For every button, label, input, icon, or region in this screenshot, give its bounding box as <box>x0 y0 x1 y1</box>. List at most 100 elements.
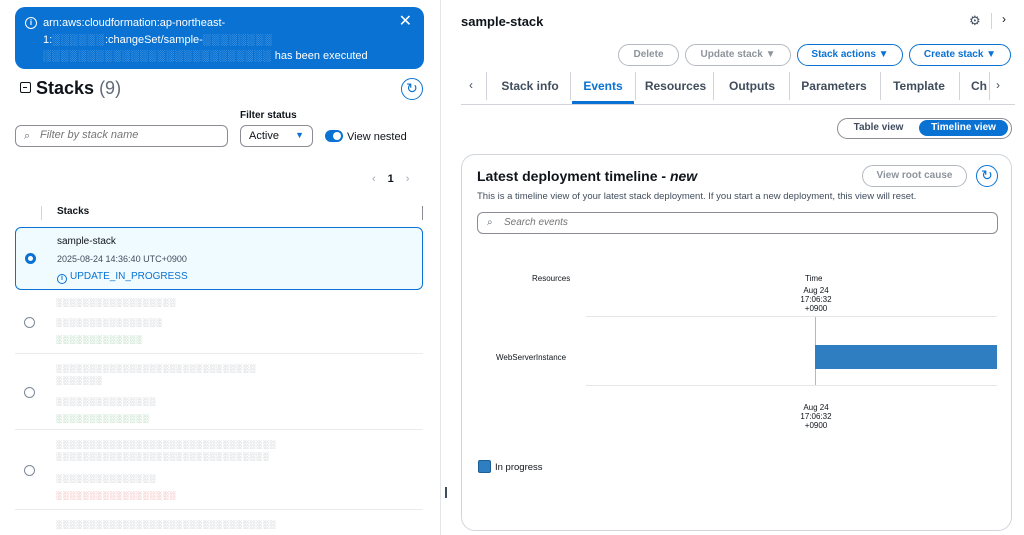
notification-line-3: ░░░░░░░░░░░░░░░░░░░░░░░░░░ has been exec… <box>43 50 368 62</box>
search-input[interactable] <box>504 217 804 228</box>
search-input[interactable] <box>40 129 220 141</box>
stack-actions-button[interactable]: Stack actions ▼ <box>797 44 903 66</box>
redacted-text: ░░░░░░░░░░░░░░░░░░ <box>56 298 177 307</box>
legend-swatch <box>478 460 491 473</box>
refresh-stacks-button[interactable]: ↻ <box>401 78 423 100</box>
stack-row[interactable]: ░░░░░░░░░░░░░░░░░░ ░░░░░░░░░░░░░░░░ ░░░░… <box>15 292 423 354</box>
redacted-text: ░░░░░░░░░░░░░░░░░░░░░░░░░░░░░░░░░ <box>56 440 277 449</box>
redacted-text: ░░░░░░░░░░░░░░░░░░░░░░░░░░░░░░░░ <box>56 452 270 461</box>
caret-down-icon: ▼ <box>986 49 997 60</box>
time-column-header: Time <box>805 274 823 283</box>
detail-tabs: ‹ Stack info Events Resources Outputs Pa… <box>461 72 1015 105</box>
chevron-left-icon[interactable]: ‹ <box>469 78 473 92</box>
timeline-start-label: Aug 24 17:06:32 +0900 <box>798 286 834 313</box>
chevron-right-icon[interactable]: › <box>996 78 1000 92</box>
tab-events[interactable]: Events <box>572 72 634 104</box>
timeline-title: Latest deployment timeline - new <box>477 168 698 184</box>
tab-divider <box>880 72 881 100</box>
view-mode-segmented-control: Table view Timeline view <box>837 118 1012 139</box>
next-page-icon[interactable]: › <box>406 173 410 185</box>
redacted-status: ░░░░░░░░░░░░░ <box>56 335 143 344</box>
page-number[interactable]: 1 <box>388 173 394 185</box>
tab-divider <box>989 72 990 100</box>
tab-divider <box>789 72 790 100</box>
caret-down-icon: ▼ <box>765 49 776 60</box>
filter-status-label: Filter status <box>240 110 297 121</box>
table-view-button[interactable]: Table view <box>841 120 916 136</box>
caret-down-icon: ▼ <box>878 49 889 60</box>
stack-status: i UPDATE_IN_PROGRESS <box>57 271 188 284</box>
radio-selected[interactable] <box>25 253 36 264</box>
radio[interactable] <box>24 465 35 476</box>
tab-divider <box>635 72 636 100</box>
stack-row[interactable]: ░░░░░░░░░░░░░░░░░░░░░░░░░░░░░░ ░░░░░░░ ░… <box>15 356 423 430</box>
resource-label: WebServerInstance <box>496 353 567 362</box>
end-tz: +0900 <box>804 421 828 430</box>
info-icon: i <box>57 274 67 284</box>
tab-outputs[interactable]: Outputs <box>717 72 787 104</box>
timeline-view-button[interactable]: Timeline view <box>919 120 1008 136</box>
stack-search[interactable]: ⌕ <box>15 125 228 147</box>
tab-divider <box>959 72 960 100</box>
delete-button[interactable]: Delete <box>618 44 679 66</box>
timeline-description: This is a timeline view of your latest s… <box>477 191 917 202</box>
view-root-cause-button[interactable]: View root cause <box>862 165 967 187</box>
stack-name[interactable]: sample-stack <box>57 236 116 247</box>
radio[interactable] <box>24 317 35 328</box>
resize-handle[interactable] <box>445 487 447 498</box>
stacks-column-header: Stacks <box>41 206 423 220</box>
refresh-icon: ↻ <box>981 167 993 183</box>
redacted-text: ░░░░░░░░░░░░░░░░░░░░░░░░░░░░░░ <box>56 364 257 373</box>
notification-line-1: arn:aws:cloudformation:ap-northeast- <box>43 17 226 29</box>
tab-resources[interactable]: Resources <box>639 72 712 104</box>
radio[interactable] <box>24 387 35 398</box>
legend-label: In progress <box>495 462 543 473</box>
tab-parameters[interactable]: Parameters <box>793 72 875 104</box>
filter-status-select[interactable]: Active ▼ <box>240 125 313 147</box>
pagination: ‹ 1 › <box>372 173 421 185</box>
view-nested-label: View nested <box>347 131 407 143</box>
stack-created-time: 2025-08-24 14:36:40 UTC+0900 <box>57 254 187 264</box>
grid-line <box>586 385 997 386</box>
refresh-icon: ↻ <box>406 80 418 96</box>
stack-detail-title: sample-stack <box>461 14 544 29</box>
start-date: Aug 24 <box>803 286 829 295</box>
resource-progress-bar[interactable] <box>815 345 997 369</box>
view-nested-toggle[interactable] <box>325 130 343 142</box>
resources-column-header: Resources <box>532 274 571 283</box>
collapse-icon[interactable] <box>20 82 31 93</box>
redacted-text: ░░░░░░░░░░░░░░░░░░░░░░░░░░░░░░░░░ <box>56 520 277 529</box>
cloudformation-console: i arn:aws:cloudformation:ap-northeast- 1… <box>0 0 1024 535</box>
tab-template[interactable]: Template <box>884 72 954 104</box>
redacted-text: ░░░░░░░░░░░░░░░ <box>56 397 157 406</box>
redacted-status: ░░░░░░░░░░░░░░ <box>56 414 150 423</box>
tab-divider <box>570 72 571 100</box>
end-date: Aug 24 <box>803 403 829 412</box>
redacted-text: ░░░░░░░ <box>56 376 103 385</box>
tab-divider <box>713 72 714 100</box>
redacted-status: ░░░░░░░░░░░░░░░░░░ <box>56 491 177 500</box>
tab-divider <box>486 72 487 100</box>
prev-page-icon[interactable]: ‹ <box>372 173 376 185</box>
end-time: 17:06:32 <box>800 412 832 421</box>
start-time: 17:06:32 <box>800 295 832 304</box>
close-icon[interactable]: ✕ <box>399 13 412 31</box>
update-stack-button[interactable]: Update stack ▼ <box>685 44 791 66</box>
redacted-text: ░░░░░░░░░░░░░░░░ <box>56 318 163 327</box>
search-icon: ⌕ <box>24 130 31 142</box>
start-tz: +0900 <box>804 304 828 313</box>
events-search[interactable]: ⌕ <box>477 212 998 234</box>
grid-line <box>586 316 997 317</box>
chevron-right-icon[interactable]: › <box>1002 12 1006 26</box>
info-icon: i <box>25 17 37 29</box>
stack-row-selected[interactable]: sample-stack 2025-08-24 14:36:40 UTC+090… <box>15 227 423 290</box>
deployment-timeline-card: Latest deployment timeline - new View ro… <box>461 154 1012 531</box>
timeline-end-label: Aug 24 17:06:32 +0900 <box>798 403 834 430</box>
stack-row[interactable]: ░░░░░░░░░░░░░░░░░░░░░░░░░░░░░░░░░ ░░░░░░… <box>15 432 423 510</box>
tab-stack-info[interactable]: Stack info <box>491 72 569 104</box>
create-stack-button[interactable]: Create stack ▼ <box>909 44 1011 66</box>
refresh-timeline-button[interactable]: ↻ <box>976 165 998 187</box>
stack-row[interactable]: ░░░░░░░░░░░░░░░░░░░░░░░░░░░░░░░░░ <box>15 512 423 535</box>
tab-changesets[interactable]: Ch <box>969 72 989 104</box>
gear-icon[interactable]: ⚙ <box>969 13 981 29</box>
